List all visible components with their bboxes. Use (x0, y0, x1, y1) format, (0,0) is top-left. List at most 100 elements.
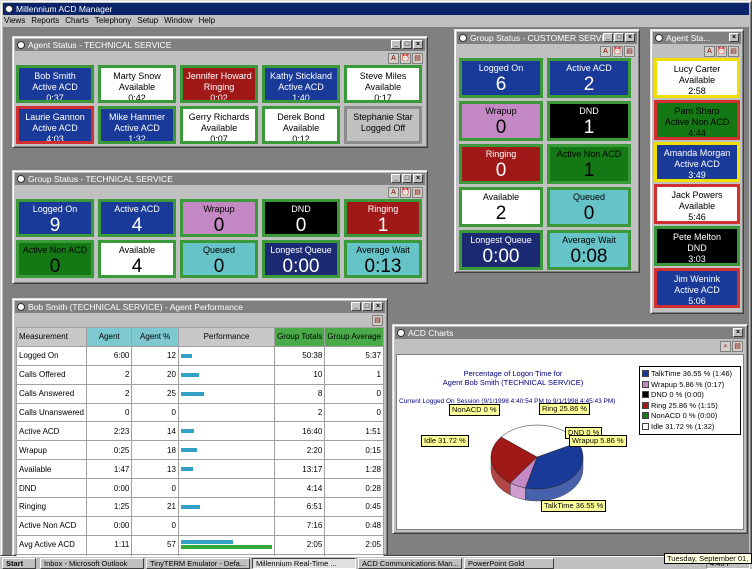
taskbar-item[interactable]: Millennium Real-Time ... (252, 558, 356, 569)
status-tile[interactable]: Active ACD 2 (547, 58, 631, 98)
taskbar-item[interactable]: ACD Communications Man... (358, 558, 462, 569)
close-button[interactable]: × (729, 33, 739, 42)
status-tile[interactable]: Ringing 0 (459, 144, 543, 184)
menu-setup[interactable]: Setup (137, 15, 158, 26)
minimize-button[interactable]: _ (603, 33, 613, 42)
status-tile[interactable]: Ringing 1 (344, 199, 422, 237)
font-icon[interactable]: A (388, 187, 399, 198)
status-tile[interactable]: Logged On 9 (16, 199, 94, 237)
agent-card[interactable]: Derek Bond Available 0:12 (262, 106, 340, 144)
menu-telephony[interactable]: Telephony (95, 15, 131, 26)
minimize-button[interactable]: _ (391, 40, 401, 49)
main-titlebar[interactable]: Millennium ACD Manager (3, 3, 749, 15)
print-icon[interactable]: ▤ (412, 187, 423, 198)
status-tile[interactable]: Wrapup 0 (180, 199, 258, 237)
close-button[interactable]: × (413, 40, 423, 49)
taskbar-item[interactable]: PowerPoint Gold (464, 558, 554, 569)
alarm-icon[interactable]: ⏰ (400, 187, 411, 198)
start-button[interactable]: Start (2, 558, 36, 569)
status-tile[interactable]: DND 1 (547, 101, 631, 141)
performance-cell (177, 421, 276, 442)
agent-card[interactable]: Laurie Gannon Active ACD 4:03 (16, 106, 94, 144)
agent-card[interactable]: Pam Sharp Active Non ACD 4:44 (654, 100, 740, 140)
close-button[interactable]: × (413, 174, 423, 183)
agent-card[interactable]: Stephanie Star Logged Off (344, 106, 422, 144)
minimize-button[interactable]: _ (351, 302, 361, 311)
window-icon (17, 303, 25, 311)
alarm-icon[interactable]: ⏰ (716, 46, 727, 57)
zoom-icon[interactable]: ⌕ (720, 341, 731, 352)
agent-name: Jennifer Howard (186, 71, 252, 81)
window-icon (655, 34, 663, 42)
status-tile[interactable]: Wrapup 0 (459, 101, 543, 141)
status-tile[interactable]: DND 0 (262, 199, 340, 237)
agent-card[interactable]: Jack Powers Available 5:46 (654, 184, 740, 224)
status-tile[interactable]: Active Non ACD 1 (547, 144, 631, 184)
print-icon[interactable]: ▤ (624, 46, 635, 57)
agent-pct-cell: 0 (131, 402, 179, 423)
maximize-button[interactable]: □ (614, 33, 624, 42)
status-tile[interactable]: Logged On 6 (459, 58, 543, 98)
group-status-cust-title: Group Status - CUSTOMER SERVICE (470, 33, 616, 43)
agent-status: Available (678, 75, 716, 85)
agent-card[interactable]: Lucy Carter Available 2:58 (654, 58, 740, 98)
agent-card[interactable]: Bob Smith Active ACD 0:37 (16, 65, 94, 103)
agent-status-small-titlebar[interactable]: Agent Sta... (653, 32, 741, 44)
status-tile[interactable]: Available 2 (459, 187, 543, 227)
print-icon[interactable]: ▤ (728, 46, 739, 57)
taskbar-item[interactable]: Inbox - Microsoft Outlook (40, 558, 144, 569)
status-tile[interactable]: Queued 0 (547, 187, 631, 227)
agent-status: Active ACD (674, 285, 720, 295)
status-tile[interactable]: Longest Queue 0:00 (262, 240, 340, 278)
agent-card[interactable]: Jennifer Howard Ringing 0:02 (180, 65, 258, 103)
agent-card[interactable]: Mike Hammer Active ACD 1:32 (98, 106, 176, 144)
agent-status-titlebar[interactable]: Agent Status - TECHNICAL SERVICE (15, 39, 425, 51)
agent-card[interactable]: Pete Melton DND 3:03 (654, 226, 740, 266)
agent-card[interactable]: Steve Miles Available 0:17 (344, 65, 422, 103)
taskbar: Start Inbox - Microsoft Outlook TinyTERM… (0, 556, 752, 569)
alarm-icon[interactable]: ⏰ (612, 46, 623, 57)
group-average-cell: 1 (324, 364, 384, 385)
alarm-icon[interactable]: ⏰ (400, 53, 411, 64)
status-tile[interactable]: Active Non ACD 0 (16, 240, 94, 278)
close-button[interactable]: × (733, 328, 743, 337)
agent-card[interactable]: Kathy Stickland Active ACD 1:40 (262, 65, 340, 103)
agent-card[interactable]: Marty Snow Available 0:42 (98, 65, 176, 103)
print-icon[interactable]: ▤ (372, 315, 383, 326)
font-icon[interactable]: A (600, 46, 611, 57)
maximize-button[interactable]: □ (402, 174, 412, 183)
print-icon[interactable]: ▤ (412, 53, 423, 64)
agent-bar (180, 391, 204, 396)
status-tile[interactable]: Available 4 (98, 240, 176, 278)
agent-cell: 1:25 (85, 497, 133, 517)
menu-charts[interactable]: Charts (65, 15, 89, 26)
agent-pct-cell: 21 (131, 497, 179, 517)
menu-reports[interactable]: Reports (31, 15, 59, 26)
maximize-button[interactable]: □ (362, 302, 372, 311)
agent-time: 0:37 (46, 93, 64, 103)
menu-help[interactable]: Help (199, 15, 215, 26)
status-tile[interactable]: Active ACD 4 (98, 199, 176, 237)
print-icon[interactable]: ▤ (732, 341, 743, 352)
group-average-cell: 0:48 (324, 515, 384, 536)
agent-card[interactable]: Jim Wenink Active ACD 5:06 (654, 268, 740, 308)
close-button[interactable]: × (625, 33, 635, 42)
group-status-tech-titlebar[interactable]: Group Status - TECHNICAL SERVICE (15, 173, 425, 185)
menu-views[interactable]: Views (4, 15, 25, 26)
maximize-button[interactable]: □ (402, 40, 412, 49)
agent-card[interactable]: Gerry Richards Available 0:07 (180, 106, 258, 144)
minimize-button[interactable]: _ (391, 174, 401, 183)
status-tile[interactable]: Average Wait 0:13 (344, 240, 422, 278)
font-icon[interactable]: A (704, 46, 715, 57)
chart-titlebar[interactable]: ACD Charts (395, 327, 745, 339)
menu-window[interactable]: Window (164, 15, 192, 26)
perf-titlebar[interactable]: Bob Smith (TECHNICAL SERVICE) - Agent Pe… (15, 301, 385, 313)
status-tile[interactable]: Average Wait 0:08 (547, 230, 631, 270)
taskbar-item-label: PowerPoint Gold (468, 559, 525, 568)
agent-card[interactable]: Amanda Morgan Active ACD 3:49 (654, 142, 740, 182)
font-icon[interactable]: A (388, 53, 399, 64)
close-button[interactable]: × (373, 302, 383, 311)
taskbar-item[interactable]: TinyTERM Emulator - Defa... (146, 558, 250, 569)
status-tile[interactable]: Queued 0 (180, 240, 258, 278)
status-tile[interactable]: Longest Queue 0:00 (459, 230, 543, 270)
